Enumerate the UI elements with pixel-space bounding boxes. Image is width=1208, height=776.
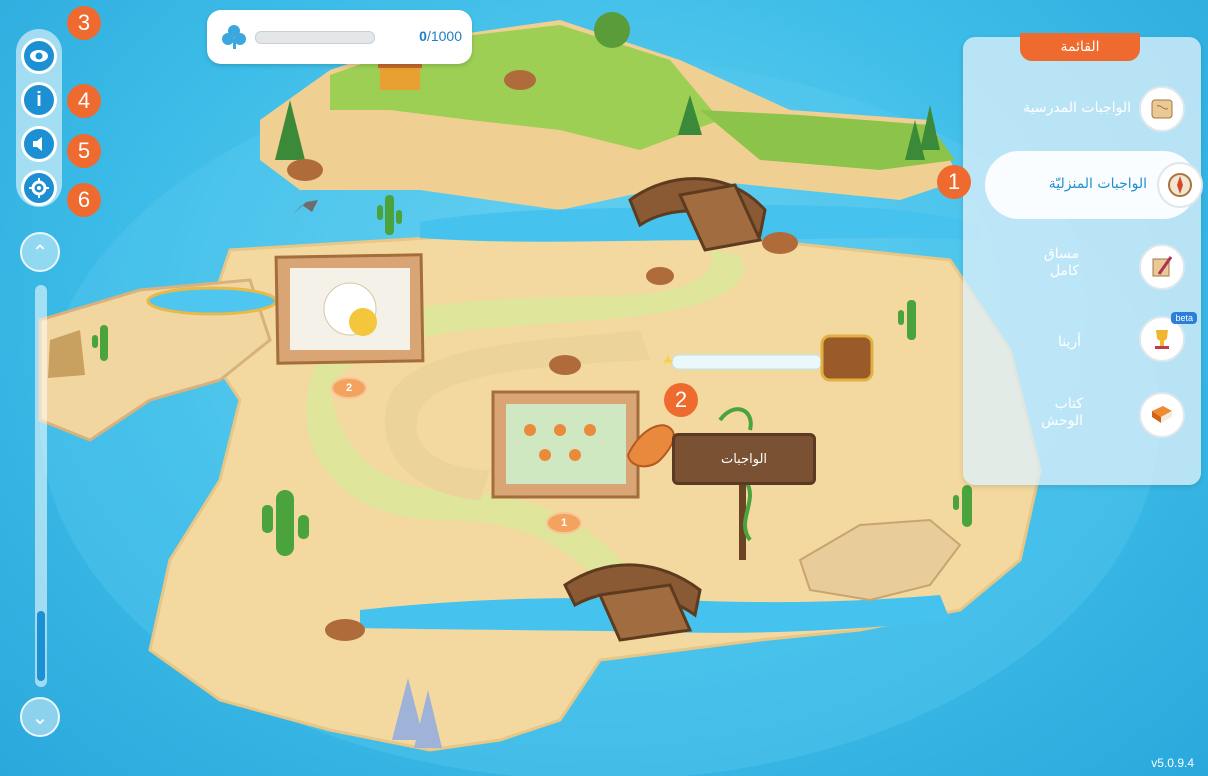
hand-pointer-icon [622, 422, 674, 472]
chevron-down-icon: ⌄ [31, 705, 49, 729]
menu-item-label: الواجبات المدرسية [1023, 100, 1131, 116]
map-scroll-icon [1139, 86, 1185, 132]
speaker-icon [33, 137, 42, 151]
score-progress-bar [255, 31, 375, 44]
hint-badge-2: 2 [664, 383, 698, 417]
version-label: v5.0.9.4 [1151, 756, 1194, 770]
score-text: 0/1000 [419, 28, 462, 44]
score-current: 0 [419, 28, 427, 44]
level-marker-2[interactable]: 2 [331, 377, 367, 399]
target-icon [29, 178, 49, 198]
info-button[interactable]: i [21, 82, 57, 118]
homework-sign[interactable]: الواجبات [672, 433, 816, 485]
hint-badge-1: 1 [937, 165, 971, 199]
scroll-down-button[interactable]: ⌄ [20, 697, 60, 737]
locate-button[interactable] [21, 170, 57, 206]
info-icon: i [36, 88, 42, 111]
score-panel: 0/1000 [207, 10, 472, 64]
hint-badge-6: 6 [67, 183, 101, 217]
menu-item-monster-book[interactable]: كتاب الوحش [963, 381, 1201, 449]
main-menu: القائمة الواجبات المدرسية الواجبات المنز… [937, 33, 1203, 485]
eye-icon [30, 50, 48, 62]
score-total: /1000 [426, 28, 462, 44]
menu-item-label: مساق كامل [1043, 246, 1079, 279]
level-card-2[interactable] [277, 256, 422, 362]
view-button[interactable] [21, 38, 57, 74]
compass-icon [1157, 162, 1203, 208]
clover-icon [221, 24, 247, 54]
menu-item-arena[interactable]: أرينا beta [963, 305, 1201, 373]
menu-item-full-course[interactable]: مساق كامل [963, 233, 1201, 301]
menu-item-label: الواجبات المنزليّة [1048, 176, 1147, 192]
menu-title: القائمة [1020, 33, 1140, 61]
chevron-up-icon: ⌃ [31, 240, 49, 264]
hint-badge-5: 5 [67, 134, 101, 168]
treasure-chest-icon[interactable] [820, 333, 874, 383]
beta-tag: beta [1171, 312, 1197, 324]
scrollbar-thumb[interactable] [37, 611, 45, 681]
sound-button[interactable] [21, 126, 57, 162]
map-scrollbar[interactable] [35, 285, 47, 687]
menu-item-label: كتاب الوحش [1041, 396, 1083, 429]
menu-item-label: أرينا [1057, 334, 1081, 350]
menu-item-school-homework[interactable]: الواجبات المدرسية [963, 75, 1201, 143]
level-card-1[interactable] [493, 392, 638, 497]
scroll-up-button[interactable]: ⌃ [20, 232, 60, 272]
menu-item-home-homework[interactable]: الواجبات المنزليّة [985, 151, 1203, 219]
hint-badge-4: 4 [67, 84, 101, 118]
quill-icon [1139, 244, 1185, 290]
book-icon [1139, 392, 1185, 438]
hint-badge-3: 3 [67, 6, 101, 40]
level-marker-1[interactable]: 1 [546, 512, 582, 534]
